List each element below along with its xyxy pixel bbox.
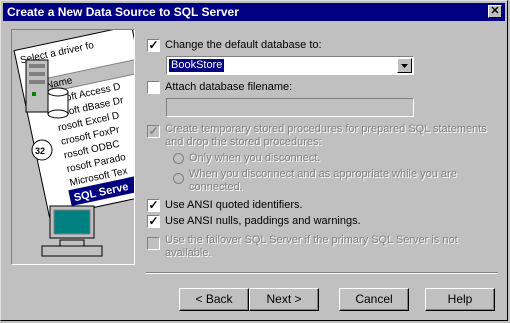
close-icon: ✕ [490,5,500,17]
default-database-dropdown[interactable]: BookStore [166,56,414,75]
help-button[interactable]: Help [425,288,495,311]
temp-procs-label-line1: Create temporary stored procedures for p… [165,123,487,135]
failover-checkbox[interactable] [147,237,160,250]
server-icon [25,59,49,113]
ansi-quoted-checkbox[interactable]: ✓ [147,199,160,212]
separator [146,272,498,274]
ansi-nulls-checkbox[interactable]: ✓ [147,215,160,228]
radio-appropriate-label-line1: When you disconnect and as appropriate w… [189,168,457,180]
change-default-db-checkbox[interactable]: ✓ [147,39,160,52]
default-database-value: BookStore [169,59,225,72]
failover-label-line2: available. [165,247,212,259]
attach-db-label: Attach database filename: [165,81,293,93]
back-button-label: < Back [195,292,233,306]
radio-only-disconnect-label: Only when you disconnect. [189,152,321,164]
title-bar: Create a New Data Source to SQL Server ✕ [3,3,505,21]
attach-db-filename-input[interactable] [166,98,414,117]
temp-procs-label-line2: and drop the stored procedures: [165,136,322,148]
temp-procs-checkbox[interactable]: ✓ [147,125,160,138]
dialog-window: Create a New Data Source to SQL Server ✕… [0,0,508,321]
radio-disconnect-appropriate[interactable] [173,173,184,184]
cancel-button-label: Cancel [355,292,393,306]
32bit-badge-icon: 32 [31,139,53,161]
close-button[interactable]: ✕ [488,5,502,18]
chevron-down-icon [401,64,408,68]
ansi-nulls-label: Use ANSI nulls, paddings and warnings. [165,215,361,227]
window-title: Create a New Data Source to SQL Server [7,5,239,19]
next-button[interactable]: Next > [249,288,319,311]
wizard-illustration: Select a driver fo Name rosoft Access D … [11,29,135,265]
attach-db-checkbox[interactable] [147,81,160,94]
svg-text:32: 32 [35,146,45,156]
help-button-label: Help [447,292,473,306]
radio-only-disconnect[interactable] [173,153,184,164]
database-icon [47,87,69,119]
ansi-quoted-label: Use ANSI quoted identifiers. [165,199,303,211]
radio-appropriate-label-line2: connected. [189,181,243,193]
failover-label-line1: Use the failover SQL Server if the prima… [165,234,458,246]
wizard-art-svg: Select a driver fo Name rosoft Access D … [13,30,134,257]
next-button-label: Next > [266,292,302,306]
dropdown-arrow-button[interactable] [397,58,412,73]
cancel-button[interactable]: Cancel [339,288,409,311]
back-button[interactable]: < Back [179,288,249,311]
computer-icon [41,205,103,257]
change-default-db-label: Change the default database to: [165,39,322,51]
